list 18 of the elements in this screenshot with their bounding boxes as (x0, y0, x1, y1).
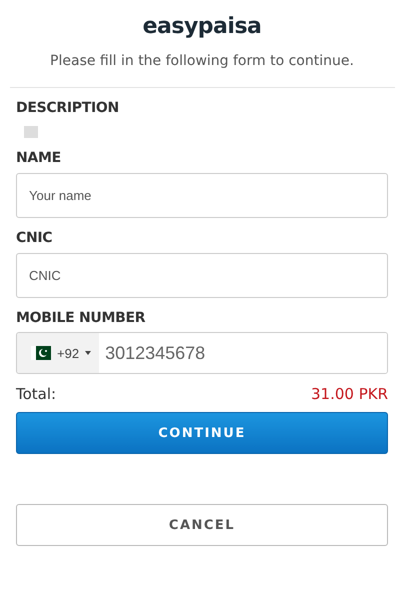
field-label: CNIC (16, 230, 54, 246)
input-field[interactable]: Your name (16, 173, 388, 218)
field-label: MOBILE NUMBER (16, 310, 146, 326)
phone-field[interactable]: +92 3012345678 (16, 332, 388, 374)
continue-button[interactable]: CONTINUE (16, 412, 388, 454)
flag-icon (31, 346, 51, 360)
field-label: NAME (16, 150, 62, 166)
logo: easypaisa (142, 14, 262, 39)
description-label: DESCRIPTION (16, 100, 120, 116)
country-code-selector[interactable]: +92 (17, 333, 100, 373)
cancel-button[interactable]: CANCEL (16, 504, 388, 546)
total-label: Total: (16, 385, 56, 403)
input-field[interactable]: CNIC (16, 253, 388, 298)
form-instructions: Please fill in the following form to continue. (50, 53, 354, 69)
total-amount: 31.00 PKR (310, 385, 388, 403)
caret-icon (85, 351, 92, 355)
country-code: +92 (57, 346, 80, 360)
redacted-description (24, 126, 38, 138)
